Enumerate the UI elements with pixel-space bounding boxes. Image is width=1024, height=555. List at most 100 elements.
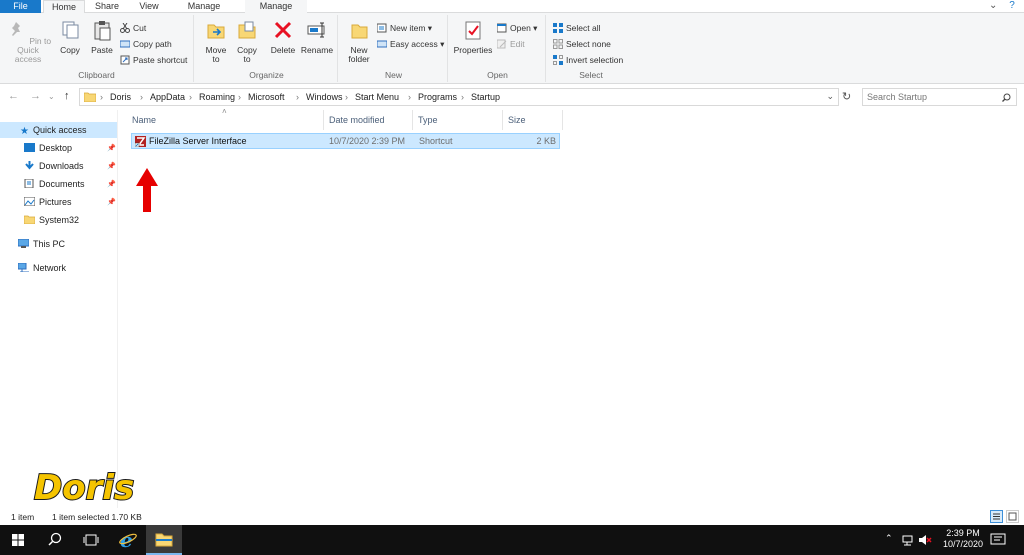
select-all-button[interactable]: Select all <box>553 21 601 35</box>
rename-button[interactable]: Rename <box>300 19 334 55</box>
open-button[interactable]: Open ▾ <box>497 21 537 35</box>
nav-network[interactable]: Network <box>18 260 66 276</box>
paste-button[interactable]: Paste <box>88 19 116 55</box>
edit-button[interactable]: Edit <box>497 37 525 51</box>
show-hidden-icons[interactable]: ⌃ <box>885 533 893 544</box>
breadcrumb-separator[interactable]: › <box>345 92 348 102</box>
nav-item-pictures[interactable]: Pictures <box>24 194 72 210</box>
large-icons-view-button[interactable] <box>1006 510 1019 523</box>
breadcrumb-separator[interactable]: › <box>461 92 464 102</box>
file-date: 10/7/2020 2:39 PM <box>329 136 406 146</box>
details-view-button[interactable] <box>990 510 1003 523</box>
new-item-label: New item <box>390 23 426 33</box>
notifications-icon[interactable] <box>990 533 1006 547</box>
address-dropdown-icon[interactable]: ⌄ <box>826 91 834 102</box>
column-header-date[interactable]: Date modified <box>324 110 413 130</box>
collapse-ribbon-icon[interactable]: ⌄ <box>985 0 1001 11</box>
new-folder-button[interactable]: New folder <box>344 19 374 64</box>
back-arrow-icon[interactable]: ← <box>8 90 19 102</box>
nav-item-documents[interactable]: Documents <box>24 176 85 192</box>
delete-button[interactable]: Delete <box>268 19 298 55</box>
breadcrumb-item[interactable]: Doris <box>110 92 131 102</box>
tab-manage-drive[interactable]: Manage <box>178 0 230 13</box>
recent-locations-icon[interactable]: ⌄ <box>48 92 55 101</box>
cut-button[interactable]: Cut <box>120 21 146 35</box>
copy-button[interactable]: Copy <box>56 19 84 55</box>
edit-label: Edit <box>510 39 525 49</box>
help-icon[interactable]: ? <box>1004 0 1020 11</box>
forward-arrow-icon[interactable]: → <box>30 90 41 102</box>
search-taskbar-button[interactable] <box>37 525 73 555</box>
start-button[interactable] <box>0 525 36 555</box>
properties-button[interactable]: Properties <box>452 19 494 55</box>
up-arrow-icon[interactable]: ↑ <box>64 90 70 102</box>
paste-shortcut-button[interactable]: Paste shortcut <box>120 53 187 67</box>
breadcrumb-separator[interactable]: › <box>296 92 299 102</box>
pin-quick-access-button[interactable]: Pin to Quick access <box>4 19 52 64</box>
column-header-size[interactable]: Size <box>503 110 563 130</box>
breadcrumb-item[interactable]: Start Menu <box>355 92 399 102</box>
system-clock[interactable]: 2:39 PM 10/7/2020 <box>943 528 983 550</box>
breadcrumb-item[interactable]: Programs <box>418 92 457 102</box>
paste-shortcut-icon <box>120 55 130 65</box>
pin-icon[interactable]: 📌 <box>107 198 116 206</box>
copy-path-button[interactable]: Copy path <box>120 37 172 51</box>
breadcrumb-separator[interactable]: › <box>408 92 411 102</box>
tab-manage-shortcut[interactable]: Manage <box>245 0 307 13</box>
clipboard-group: Pin to Quick access Copy Paste Cut Copy … <box>0 15 194 82</box>
tab-share[interactable]: Share <box>89 0 125 13</box>
column-header-name[interactable]: Name <box>127 110 324 130</box>
breadcrumb-item[interactable]: Roaming <box>199 92 235 102</box>
breadcrumb-item[interactable]: AppData <box>150 92 185 102</box>
breadcrumb-item[interactable]: Windows <box>306 92 343 102</box>
paste-shortcut-label: Paste shortcut <box>133 55 188 65</box>
invert-selection-button[interactable]: Invert selection <box>553 53 623 67</box>
easy-access-button[interactable]: Easy access ▾ <box>377 37 444 51</box>
pin-icon[interactable]: 📌 <box>107 162 116 170</box>
new-item-icon <box>377 23 387 33</box>
easy-access-label: Easy access <box>390 39 438 49</box>
folder-icon <box>24 215 35 224</box>
nav-this-pc[interactable]: This PC <box>18 236 65 252</box>
breadcrumb-separator[interactable]: › <box>100 92 103 102</box>
new-item-button[interactable]: New item ▾ <box>377 21 432 35</box>
clock-time: 2:39 PM <box>946 528 980 538</box>
move-to-label: Move to <box>205 45 227 64</box>
volume-muted-icon[interactable] <box>918 534 932 546</box>
taskbar: e ⌃ 2:39 PM 10/7/2020 <box>0 525 1024 555</box>
breadcrumb-separator[interactable]: › <box>189 92 192 102</box>
select-none-button[interactable]: Select none <box>553 37 611 51</box>
task-view-button[interactable] <box>73 525 109 555</box>
new-folder-label: New folder <box>348 45 370 64</box>
internet-explorer-button[interactable]: e <box>110 525 146 555</box>
tab-home[interactable]: Home <box>43 0 85 14</box>
column-header-type[interactable]: Type <box>413 110 503 130</box>
address-bar[interactable]: › Doris › AppData › Roaming › Microsoft › Windows… <box>79 88 839 106</box>
quick-access-label: Quick access <box>32 125 87 135</box>
breadcrumb-item[interactable]: Microsoft <box>248 92 285 102</box>
breadcrumb-separator[interactable]: › <box>140 92 143 102</box>
paste-label: Paste <box>91 45 113 55</box>
move-to-button[interactable]: Move to <box>202 19 230 64</box>
refresh-icon[interactable]: ↻ <box>842 90 851 103</box>
breadcrumb-item[interactable]: Startup <box>471 92 500 102</box>
tab-view[interactable]: View <box>130 0 168 13</box>
nav-item-system32[interactable]: System32 <box>24 212 79 228</box>
search-icon[interactable] <box>1002 93 1011 102</box>
delete-label: Delete <box>270 45 296 55</box>
breadcrumb-separator[interactable]: › <box>238 92 241 102</box>
search-input[interactable] <box>867 90 997 104</box>
network-status-icon[interactable] <box>902 534 914 546</box>
tab-file[interactable]: File <box>0 0 41 13</box>
new-folder-icon <box>351 24 368 39</box>
nav-quick-access[interactable]: ★ Quick access <box>0 122 117 138</box>
table-row[interactable]: FileZilla Server Interface 10/7/2020 2:3… <box>131 133 560 149</box>
pin-icon[interactable]: 📌 <box>107 144 116 152</box>
search-box[interactable] <box>862 88 1017 106</box>
pin-icon[interactable]: 📌 <box>107 180 116 188</box>
copy-to-button[interactable]: Copy to <box>233 19 261 64</box>
this-pc-label: This PC <box>33 239 66 249</box>
nav-item-desktop[interactable]: Desktop <box>24 140 72 156</box>
nav-item-downloads[interactable]: Downloads <box>24 158 84 174</box>
file-explorer-button[interactable] <box>146 525 182 555</box>
